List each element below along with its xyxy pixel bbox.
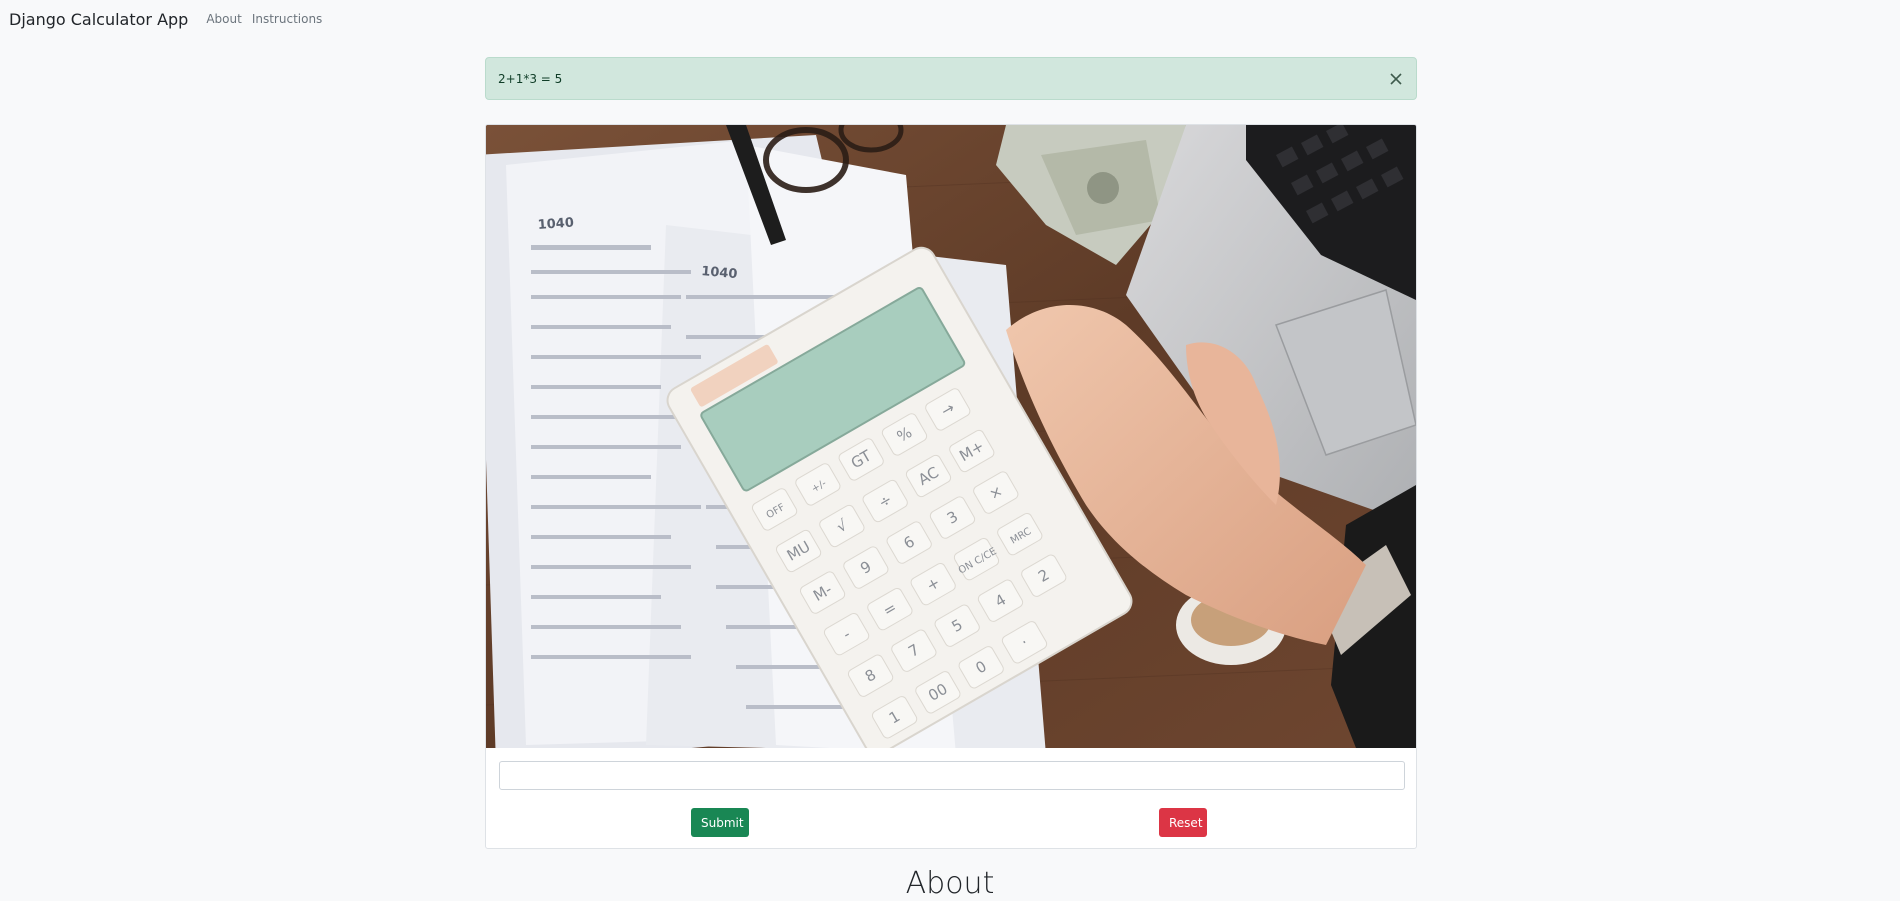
svg-text:1040: 1040 [537,216,574,233]
section-heading: About [905,866,995,901]
reset-button[interactable]: Reset [1159,808,1207,837]
calculator-card: 1040 1040 OFF +/- GT % → MU √ ÷ AC M+ M-… [485,124,1417,849]
close-icon[interactable] [1386,69,1406,89]
nav-link-about[interactable]: About [206,12,241,26]
svg-text:1040: 1040 [701,264,738,282]
result-alert: 2+1*3 = 5 [485,57,1417,100]
nav-link-instructions[interactable]: Instructions [252,12,322,26]
submit-button[interactable]: Submit [691,808,749,837]
expression-input[interactable] [499,761,1405,790]
calculator-photo: 1040 1040 OFF +/- GT % → MU √ ÷ AC M+ M-… [486,125,1416,748]
navbar: Django Calculator App About Instructions [0,0,1900,38]
alert-message: 2+1*3 = 5 [498,71,563,86]
navbar-brand[interactable]: Django Calculator App [9,10,188,29]
